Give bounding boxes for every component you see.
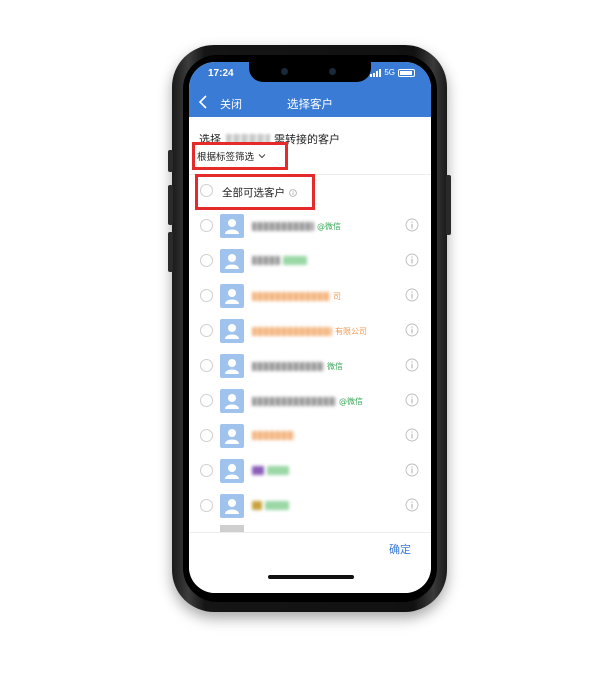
list-item[interactable] [189, 489, 431, 524]
list-item[interactable]: @微信 [189, 209, 431, 244]
person-icon [225, 219, 239, 234]
customer-radio[interactable] [200, 359, 213, 372]
customer-tag: 有限公司 [335, 327, 367, 336]
phone-side-button [168, 185, 173, 225]
avatar [220, 284, 244, 308]
customer-radio[interactable] [200, 394, 213, 407]
info-icon[interactable] [405, 218, 419, 232]
signal-icon [370, 68, 382, 77]
person-icon [225, 394, 239, 409]
person-icon [225, 254, 239, 269]
person-icon [225, 324, 239, 339]
customer-radio[interactable] [200, 324, 213, 337]
home-indicator [268, 575, 354, 579]
status-time: 17:24 [208, 68, 234, 79]
customer-tag: @微信 [317, 222, 341, 231]
nav-bar: 关闭 选择客户 [189, 90, 431, 116]
info-icon[interactable] [405, 393, 419, 407]
avatar [220, 494, 244, 518]
redacted-name [252, 222, 314, 231]
customer-name [252, 431, 294, 440]
customer-tag: 司 [333, 292, 341, 301]
page-title: 选择客户 [287, 97, 333, 111]
phone-notch [249, 62, 371, 82]
sensor-icon [329, 68, 336, 75]
customer-name: @微信 [252, 221, 341, 232]
avatar [220, 354, 244, 378]
highlight-box-select-all [195, 174, 315, 210]
list-item[interactable]: 有限公司 [189, 314, 431, 349]
list-item[interactable] [189, 419, 431, 454]
confirm-button[interactable]: 确定 [389, 541, 411, 557]
customer-name [252, 256, 307, 265]
info-icon[interactable] [405, 358, 419, 372]
redacted-tag [265, 501, 289, 510]
customer-name: @微信 [252, 396, 363, 407]
person-icon [225, 429, 239, 444]
customer-name [252, 466, 289, 475]
redacted-emoji [252, 466, 264, 475]
person-icon [225, 289, 239, 304]
customer-radio[interactable] [200, 429, 213, 442]
status-indicators: 5G [370, 68, 415, 77]
info-icon[interactable] [405, 253, 419, 267]
info-icon[interactable] [405, 463, 419, 477]
customer-name [252, 501, 289, 510]
redacted-tag [283, 256, 307, 265]
redacted-name [252, 397, 336, 406]
footer-bar: 确定 [189, 532, 431, 593]
phone-side-button [168, 150, 173, 172]
redacted-name [252, 327, 332, 336]
customer-name: 司 [252, 291, 341, 302]
list-item[interactable]: 司 [189, 279, 431, 314]
customer-name: 微信 [252, 361, 343, 372]
camera-icon [281, 68, 288, 75]
list-item[interactable]: @微信 [189, 384, 431, 419]
redacted-name [252, 362, 324, 371]
list-item[interactable] [189, 244, 431, 279]
redacted-name [252, 256, 280, 265]
customer-radio[interactable] [200, 219, 213, 232]
phone-side-button [446, 175, 451, 235]
redacted-name [252, 431, 294, 440]
customer-radio[interactable] [200, 464, 213, 477]
info-icon[interactable] [405, 288, 419, 302]
list-item[interactable]: 微信 [189, 349, 431, 384]
customer-radio[interactable] [200, 499, 213, 512]
avatar [220, 214, 244, 238]
info-icon[interactable] [405, 428, 419, 442]
highlight-box-filter [192, 142, 288, 170]
person-icon [225, 464, 239, 479]
avatar [220, 319, 244, 343]
avatar [220, 459, 244, 483]
info-icon[interactable] [405, 498, 419, 512]
avatar [220, 525, 244, 532]
customer-radio[interactable] [200, 254, 213, 267]
info-icon[interactable] [405, 323, 419, 337]
battery-icon [398, 68, 415, 77]
avatar [220, 249, 244, 273]
customer-tag: 微信 [327, 362, 343, 371]
customer-tag: @微信 [339, 397, 363, 406]
avatar [220, 389, 244, 413]
redacted-name [252, 292, 330, 301]
network-label: 5G [384, 68, 395, 77]
list-item[interactable] [189, 454, 431, 489]
customer-radio[interactable] [200, 289, 213, 302]
person-icon [225, 499, 239, 514]
customer-name: 有限公司 [252, 326, 367, 337]
redacted-emoji [252, 501, 262, 510]
redacted-tag [267, 466, 289, 475]
person-icon [225, 359, 239, 374]
avatar [220, 424, 244, 448]
phone-side-button [168, 232, 173, 272]
